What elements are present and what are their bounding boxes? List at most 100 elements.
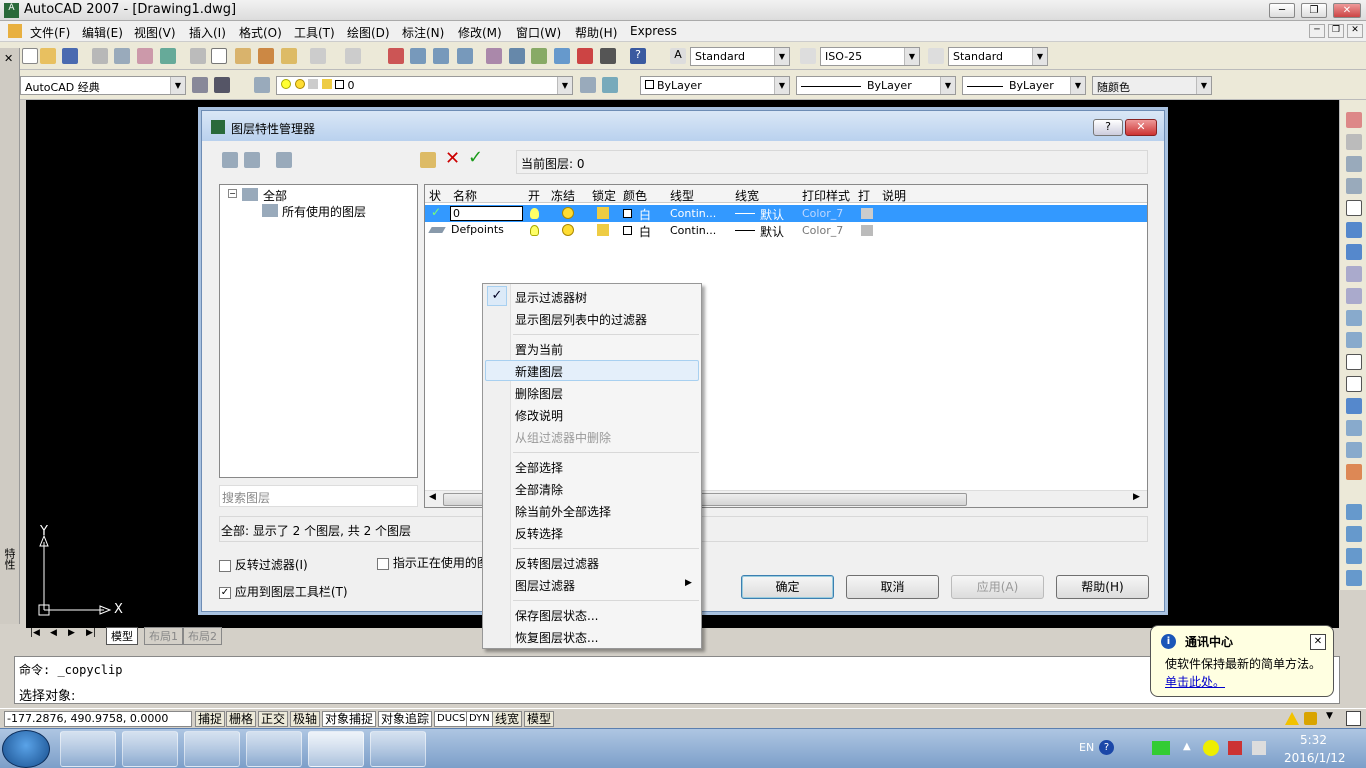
apply-toolbar-checkbox[interactable]: ✓ 应用到图层工具栏(T) [219, 583, 348, 600]
tab-layout1[interactable]: 布局1 [144, 627, 183, 645]
break-icon[interactable] [1346, 376, 1362, 392]
col-status[interactable]: 状 [429, 187, 441, 204]
warning-icon[interactable] [1285, 712, 1299, 725]
workspace-select[interactable]: AutoCAD 经典 ▼ [20, 76, 186, 95]
help-button[interactable]: 帮助(H) [1056, 575, 1149, 599]
unlock-icon[interactable] [597, 207, 609, 219]
col-lineweight[interactable]: 线宽 [735, 187, 759, 204]
col-plotstyle[interactable]: 打印样式 [802, 187, 850, 204]
draworder-above-icon[interactable] [1346, 548, 1362, 564]
layer-select[interactable]: 0 ▼ [276, 76, 573, 95]
new-icon[interactable] [22, 48, 38, 64]
menu-dimension[interactable]: 标注(N) [402, 24, 444, 41]
design-center-icon[interactable] [509, 48, 525, 64]
layer-previous-icon[interactable] [602, 77, 618, 93]
menu-item-restore-layer-states[interactable]: 恢复图层状态... [515, 629, 598, 646]
tab-prev-icon[interactable]: ◀ [50, 628, 57, 638]
apply-button[interactable]: 应用(A) [951, 575, 1044, 599]
publish-icon[interactable] [137, 48, 153, 64]
delete-layer-icon[interactable]: ✕ [445, 148, 460, 169]
osnap-toggle[interactable]: 对象捕捉 [322, 711, 377, 727]
print-icon[interactable] [92, 48, 108, 64]
menu-insert[interactable]: 插入(I) [189, 24, 226, 41]
tab-layout2[interactable]: 布局2 [183, 627, 222, 645]
printer-icon[interactable] [861, 225, 873, 236]
new-layer-icon[interactable] [420, 152, 436, 168]
lineweight-select[interactable]: ByLayer ▼ [962, 76, 1086, 95]
restore-button[interactable]: ❐ [1301, 3, 1327, 18]
command-prompt[interactable]: 选择对象: [19, 685, 75, 704]
color-select[interactable]: ByLayer ▼ [640, 76, 790, 95]
copy-object-icon[interactable] [1346, 134, 1362, 150]
dyn-toggle[interactable]: DYN [466, 711, 493, 727]
preview-icon[interactable] [114, 48, 130, 64]
draworder-under-icon[interactable] [1346, 570, 1362, 586]
block-edit-icon[interactable] [281, 48, 297, 64]
invert-filter-checkbox[interactable]: 反转过滤器(I) [219, 556, 308, 573]
language-indicator[interactable]: EN [1079, 741, 1094, 754]
zoom-window-icon[interactable] [433, 48, 449, 64]
col-description[interactable]: 说明 [882, 187, 906, 204]
search-layer-input[interactable]: 搜索图层 [219, 485, 418, 507]
col-linetype[interactable]: 线型 [670, 187, 694, 204]
match-prop-icon[interactable] [258, 48, 274, 64]
command-window[interactable]: 命令: _copyclip 选择对象: [14, 656, 1340, 704]
join-icon[interactable] [1346, 398, 1362, 414]
calculator-icon[interactable] [600, 48, 616, 64]
break-at-point-icon[interactable] [1346, 354, 1362, 370]
layer-states-manager-icon[interactable] [276, 152, 292, 168]
table-style-icon[interactable] [928, 48, 944, 64]
menu-draw[interactable]: 绘图(D) [347, 24, 390, 41]
menu-help[interactable]: 帮助(H) [575, 24, 617, 41]
minimize-button[interactable]: ─ [1269, 3, 1295, 18]
menu-tools[interactable]: 工具(T) [294, 24, 335, 41]
trim-icon[interactable] [1346, 310, 1362, 326]
action-center-icon[interactable] [1228, 741, 1242, 755]
col-name[interactable]: 名称 [453, 187, 477, 204]
col-freeze[interactable]: 冻结 [551, 187, 575, 204]
menu-item-show-filter-tree[interactable]: 显示过滤器树 [515, 289, 587, 306]
polar-toggle[interactable]: 极轴 [290, 711, 321, 727]
layer-linetype[interactable]: Contin... [670, 207, 716, 220]
cut-icon[interactable] [190, 48, 206, 64]
ortho-toggle[interactable]: 正交 [258, 711, 289, 727]
make-object-layer-current-icon[interactable] [580, 77, 596, 93]
col-lock[interactable]: 锁定 [592, 187, 616, 204]
text-style-icon[interactable]: A [670, 48, 686, 64]
scale-icon[interactable] [1346, 266, 1362, 282]
erase-icon[interactable] [1346, 112, 1362, 128]
zoom-realtime-icon[interactable] [410, 48, 426, 64]
zoom-previous-icon[interactable] [457, 48, 473, 64]
uc-browser-taskbar-icon[interactable] [122, 731, 178, 767]
coordinates-readout[interactable]: -177.2876, 490.9758, 0.0000 [4, 711, 192, 727]
filter-tree-panel[interactable]: − 全部 所有使用的图层 [219, 184, 418, 478]
layer-color[interactable]: 白 [639, 223, 651, 240]
color-swatch-icon[interactable] [623, 209, 632, 218]
expand-icon[interactable]: − [228, 189, 237, 198]
layer-name-edit[interactable]: 0 [450, 206, 523, 221]
unlock-icon[interactable] [597, 224, 609, 236]
grid-toggle[interactable]: 栅格 [226, 711, 257, 727]
paint-taskbar-icon[interactable] [370, 731, 426, 767]
menu-item-invert-selection[interactable]: 反转选择 [515, 525, 563, 542]
explode-icon[interactable] [1346, 464, 1362, 480]
ducs-toggle[interactable]: DUCS [434, 711, 469, 727]
ime-help-icon[interactable]: ? [1099, 740, 1114, 755]
tab-model[interactable]: 模型 [106, 627, 138, 645]
menu-edit[interactable]: 编辑(E) [82, 24, 123, 41]
snap-toggle[interactable]: 捕捉 [195, 711, 226, 727]
indicate-used-checkbox[interactable]: 指示正在使用的图 [377, 554, 489, 571]
chamfer-icon[interactable] [1346, 420, 1362, 436]
menu-view[interactable]: 视图(V) [134, 24, 176, 41]
table-style-select[interactable]: Standard ▼ [948, 47, 1048, 66]
menu-item-select-all-but-current[interactable]: 除当前外全部选择 [515, 503, 611, 520]
doc-close-button[interactable]: ✕ [1347, 24, 1363, 38]
menu-express[interactable]: Express [630, 24, 677, 38]
doc-restore-button[interactable]: ❐ [1328, 24, 1344, 38]
close-button[interactable]: ✕ [1333, 3, 1361, 18]
text-style-select[interactable]: Standard ▼ [690, 47, 790, 66]
col-on[interactable]: 开 [528, 187, 540, 204]
tree-child[interactable]: 所有使用的图层 [282, 203, 366, 220]
color-swatch-icon[interactable] [623, 226, 632, 235]
menu-item-invert-layer-filter[interactable]: 反转图层过滤器 [515, 555, 599, 572]
